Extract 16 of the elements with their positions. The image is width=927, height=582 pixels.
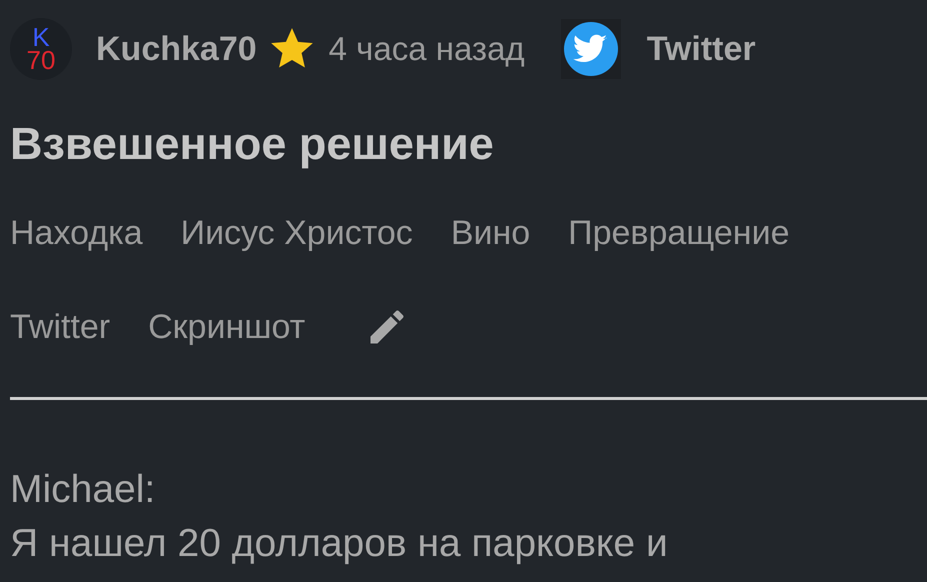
post-title: Взвешенное решение bbox=[10, 118, 495, 170]
avatar[interactable]: K 70 bbox=[10, 18, 72, 80]
author-name[interactable]: Kuchka70 bbox=[96, 30, 257, 68]
tag-link[interactable]: Вино bbox=[450, 214, 530, 253]
post-text: Michael: bbox=[10, 468, 156, 512]
tag-link[interactable]: Скриншот bbox=[148, 308, 306, 346]
tag-link[interactable]: Иисус Христос bbox=[180, 214, 413, 253]
tag-link[interactable]: Превращение bbox=[568, 214, 790, 253]
post-text: Я нашел 20 долларов на парковке и bbox=[10, 522, 669, 566]
source-name[interactable]: Twitter bbox=[646, 30, 756, 68]
tag-link[interactable]: Twitter bbox=[10, 308, 110, 346]
bird-icon[interactable] bbox=[560, 19, 621, 79]
post-time: 4 часа назад bbox=[328, 30, 525, 68]
avatar-number: 70 bbox=[26, 49, 56, 72]
avatar-letter: K bbox=[32, 26, 50, 49]
tag-link[interactable]: Находка bbox=[10, 214, 143, 253]
